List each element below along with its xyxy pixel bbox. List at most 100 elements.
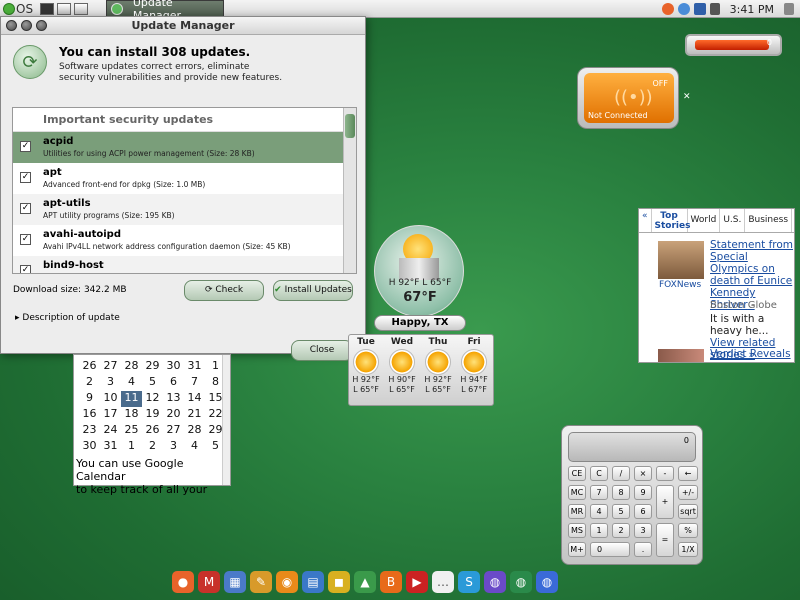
key-c[interactable]: C (590, 466, 608, 481)
calendar-day[interactable]: 13 (163, 391, 184, 407)
update-checkbox[interactable]: ✓ (20, 265, 31, 273)
update-checkbox[interactable]: ✓ (20, 172, 31, 183)
scrollbar-thumb[interactable] (345, 114, 355, 138)
calendar-day[interactable]: 27 (163, 423, 184, 439)
calendar-day[interactable]: 26 (142, 423, 163, 439)
key-minus[interactable]: - (656, 466, 674, 481)
key-sqrt[interactable]: sqrt (678, 504, 698, 519)
key-ms[interactable]: MS (568, 523, 586, 538)
key-1[interactable]: 1 (590, 523, 608, 538)
office-icon[interactable]: ✎ (250, 571, 272, 593)
update-list[interactable]: Important security updates ✓ acpid Utili… (12, 107, 357, 274)
close-window-icon[interactable] (6, 20, 17, 31)
key-dot[interactable]: . (634, 542, 652, 557)
tab-us[interactable]: U.S. (720, 209, 746, 232)
list-item[interactable]: ✓ avahi-autoipd Avahi IPv4LL network add… (13, 225, 356, 256)
update-checkbox[interactable]: ✓ (20, 203, 31, 214)
weather-city[interactable]: Happy, TX (374, 315, 466, 331)
network-tray-icon[interactable] (693, 3, 706, 15)
calendar-day[interactable]: 11 (121, 391, 142, 407)
install-updates-button[interactable]: ✔ Install Updates (273, 280, 353, 301)
list-scrollbar[interactable] (343, 108, 356, 273)
check-button[interactable]: ⟳ Check (184, 280, 264, 301)
window-titlebar[interactable]: Update Manager (1, 17, 365, 35)
key-plusminus[interactable]: +/- (678, 485, 698, 500)
key-backspace[interactable]: ← (678, 466, 698, 481)
calendar-day[interactable]: 27 (100, 359, 121, 375)
calendar-day[interactable]: 25 (121, 423, 142, 439)
news-photo-caption[interactable]: FOXNews (659, 280, 701, 290)
calendar-day[interactable]: 23 (79, 423, 100, 439)
calendar-day[interactable]: 10 (100, 391, 121, 407)
firefox-tray-icon[interactable] (661, 3, 674, 15)
calendar-day[interactable]: 29 (142, 359, 163, 375)
docs-icon[interactable]: ▤ (302, 571, 324, 593)
calendar-day[interactable]: 2 (142, 439, 163, 455)
gmail-icon[interactable]: M (198, 571, 220, 593)
blogger-icon[interactable]: B (380, 571, 402, 593)
workspace-2-button[interactable] (74, 2, 89, 15)
key-3[interactable]: 3 (634, 523, 652, 538)
calendar-day[interactable]: 14 (184, 391, 205, 407)
calendar-day[interactable]: 7 (184, 375, 205, 391)
tab-top-stories[interactable]: Top Stories (652, 209, 690, 232)
calendar-day[interactable]: 12 (142, 391, 163, 407)
key-ce[interactable]: CE (568, 466, 586, 481)
chrome-tray-icon[interactable] (677, 3, 690, 15)
calendar-day[interactable]: 4 (121, 375, 142, 391)
calendar-day[interactable]: 31 (184, 359, 205, 375)
calendar-day[interactable]: 5 (142, 375, 163, 391)
calendar-day[interactable]: 24 (100, 423, 121, 439)
wireless-state[interactable]: OFF (653, 79, 669, 88)
app2-icon[interactable]: ◍ (510, 571, 532, 593)
calendar-day[interactable]: 1 (121, 439, 142, 455)
update-checkbox[interactable]: ✓ (20, 141, 31, 152)
key-4[interactable]: 4 (590, 504, 608, 519)
skype-icon[interactable]: S (458, 571, 480, 593)
key-8[interactable]: 8 (612, 485, 630, 500)
wireless-gadget[interactable]: OFF ((•)) Not Connected (577, 67, 679, 129)
key-2[interactable]: 2 (612, 523, 630, 538)
calendar-day[interactable]: 30 (79, 439, 100, 455)
os-menu-button[interactable]: OS (0, 0, 40, 18)
key-multiply[interactable]: × (634, 466, 652, 481)
minimize-window-icon[interactable] (21, 20, 32, 31)
key-mplus[interactable]: M+ (568, 542, 586, 557)
clock[interactable]: 3:41 PM (730, 3, 774, 16)
news-photo-2[interactable] (658, 349, 704, 362)
app1-icon[interactable]: ◍ (484, 571, 506, 593)
calendar-day[interactable]: 9 (79, 391, 100, 407)
calendar-day[interactable]: 21 (184, 407, 205, 423)
maximize-window-icon[interactable] (36, 20, 47, 31)
key-0[interactable]: 0 (590, 542, 630, 557)
calendar-day[interactable]: 17 (100, 407, 121, 423)
news-photo[interactable] (658, 241, 704, 279)
calendar-icon[interactable]: ▦ (224, 571, 246, 593)
calendar-day[interactable]: 6 (163, 375, 184, 391)
key-plus[interactable]: + (656, 485, 674, 519)
calendar-day[interactable]: 3 (163, 439, 184, 455)
key-inverse[interactable]: 1/X (678, 542, 698, 557)
close-gadget-icon[interactable]: ✕ (683, 92, 691, 102)
power-icon[interactable] (784, 3, 794, 15)
volume-icon[interactable] (709, 3, 720, 15)
news-headline-2[interactable]: Verdict Reveals (710, 348, 791, 360)
calendar-day[interactable]: 30 (163, 359, 184, 375)
key-7[interactable]: 7 (590, 485, 608, 500)
calendar-day[interactable]: 2 (79, 375, 100, 391)
key-mr[interactable]: MR (568, 504, 586, 519)
calendar-day[interactable]: 20 (163, 407, 184, 423)
key-5[interactable]: 5 (612, 504, 630, 519)
update-checkbox[interactable]: ✓ (20, 234, 31, 245)
close-button[interactable]: Close (291, 340, 353, 361)
rss-icon[interactable]: ◉ (276, 571, 298, 593)
app3-icon[interactable]: ◍ (536, 571, 558, 593)
youtube-icon[interactable]: ▶ (406, 571, 428, 593)
tab-world[interactable]: World (688, 209, 721, 232)
key-9[interactable]: 9 (634, 485, 652, 500)
list-item[interactable]: ✓ acpid Utilities for using ACPI power m… (13, 132, 356, 163)
calendar-day[interactable]: 4 (184, 439, 205, 455)
terminal-launcher-icon[interactable] (40, 2, 55, 15)
calendar-day[interactable]: 16 (79, 407, 100, 423)
workspace-1-button[interactable] (57, 2, 72, 15)
